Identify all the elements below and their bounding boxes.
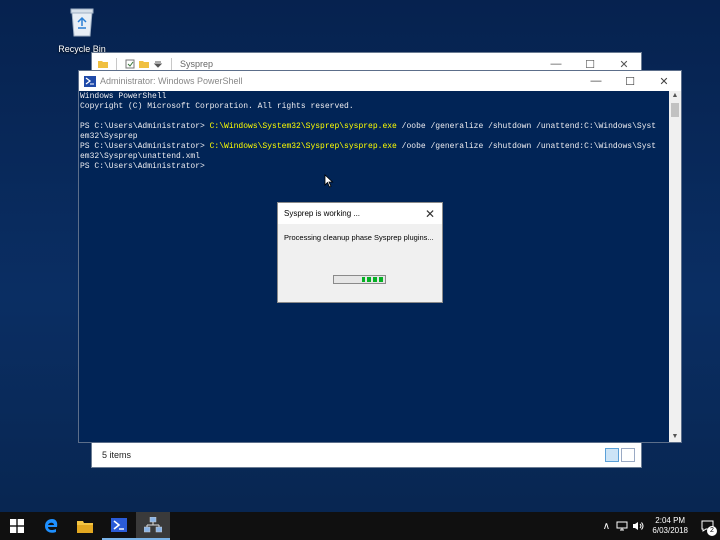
command-args: /oobe /generalize /shutdown /unattend:C:… (396, 142, 657, 151)
desktop-icon-recycle-bin[interactable]: Recycle Bin (54, 6, 110, 54)
properties-icon[interactable] (125, 59, 135, 69)
taskbar: ∧ 2:04 PM 6/03/2018 2 (0, 512, 720, 540)
progress-segment (373, 277, 377, 282)
marquee-progress-bar (333, 275, 386, 284)
console-line: em32\Sysprep\unattend.xml (80, 152, 201, 161)
quick-access-toolbar (98, 58, 176, 70)
recycle-bin-icon (70, 8, 94, 37)
dialog-message: Processing cleanup phase Sysprep plugins… (284, 233, 434, 242)
scroll-down-arrow-icon[interactable]: ▼ (669, 432, 681, 442)
item-count: 5 items (102, 450, 132, 460)
edge-icon (45, 519, 58, 533)
notification-count-badge: 2 (707, 526, 717, 536)
show-hidden-icons-chevron-icon[interactable]: ∧ (598, 512, 614, 540)
system-tray: ∧ 2:04 PM 6/03/2018 2 (598, 512, 720, 540)
scroll-up-arrow-icon[interactable]: ▲ (669, 91, 681, 101)
maximize-button[interactable]: ☐ (613, 71, 647, 91)
powershell-window-controls: — ☐ ✕ (579, 71, 681, 91)
command-args: /oobe /generalize /shutdown /unattend:C:… (396, 122, 657, 131)
sysprep-dialog[interactable]: Sysprep is working ... ✕ Processing clea… (277, 202, 443, 303)
start-button[interactable] (0, 512, 34, 540)
scrollbar-thumb[interactable] (671, 103, 679, 117)
minimize-button[interactable]: — (579, 71, 613, 91)
console-line: PS C:\Users\Administrator> C:\Windows\Sy… (80, 142, 668, 152)
powershell-title: Administrator: Windows PowerShell (100, 76, 243, 86)
taskbar-edge[interactable] (34, 512, 68, 540)
mouse-cursor-icon (324, 174, 334, 188)
prompt: PS C:\Users\Administrator> (80, 122, 210, 131)
view-buttons (605, 448, 641, 462)
volume-icon[interactable] (630, 512, 646, 540)
dialog-title: Sysprep is working ... (284, 209, 361, 218)
taskbar-sysprep[interactable] (136, 512, 170, 540)
console-line: em32\Sysprep (80, 132, 138, 141)
command: C:\Windows\System32\Sysprep\sysprep.exe (209, 122, 397, 131)
vertical-scrollbar[interactable]: ▲ ▼ (669, 91, 681, 442)
clock-date: 6/03/2018 (652, 526, 688, 535)
action-center-button[interactable]: 2 (694, 512, 720, 540)
taskbar-powershell[interactable] (102, 512, 136, 540)
file-explorer-icon (77, 521, 93, 533)
folder-icon (98, 61, 108, 68)
powershell-titlebar[interactable]: Administrator: Windows PowerShell — ☐ ✕ (79, 71, 681, 91)
details-view-icon[interactable] (605, 448, 619, 462)
progress-segment (379, 277, 383, 282)
network-icon[interactable] (614, 512, 630, 540)
close-button[interactable]: ✕ (647, 71, 681, 91)
taskbar-clock[interactable]: 2:04 PM 6/03/2018 (646, 516, 694, 536)
progress-segment (367, 277, 371, 282)
dialog-close-button[interactable]: ✕ (418, 203, 442, 224)
powershell-taskbar-icon (111, 518, 127, 532)
progress-segment (362, 277, 365, 282)
toolbar-separator (171, 58, 172, 70)
network-sysprep-icon (144, 517, 162, 533)
console-line: PS C:\Users\Administrator> (80, 162, 205, 171)
taskbar-file-explorer[interactable] (68, 512, 102, 540)
console-line: PS C:\Users\Administrator> C:\Windows\Sy… (80, 122, 668, 132)
dialog-titlebar[interactable]: Sysprep is working ... ✕ (278, 203, 442, 224)
toolbar-separator (116, 58, 117, 70)
explorer-title: Sysprep (180, 59, 214, 69)
large-icons-view-icon[interactable] (621, 448, 635, 462)
windows-logo-icon (10, 519, 24, 533)
explorer-statusbar: 5 items (92, 443, 641, 467)
console-line: Windows PowerShell (80, 92, 167, 101)
powershell-icon (84, 75, 96, 87)
command: C:\Windows\System32\Sysprep\sysprep.exe (209, 142, 397, 151)
new-folder-icon[interactable] (139, 59, 149, 69)
console-line: Copyright (C) Microsoft Corporation. All… (80, 102, 354, 111)
customize-toolbar-icon[interactable] (153, 59, 163, 69)
prompt: PS C:\Users\Administrator> (80, 142, 210, 151)
clock-time: 2:04 PM (655, 516, 686, 525)
